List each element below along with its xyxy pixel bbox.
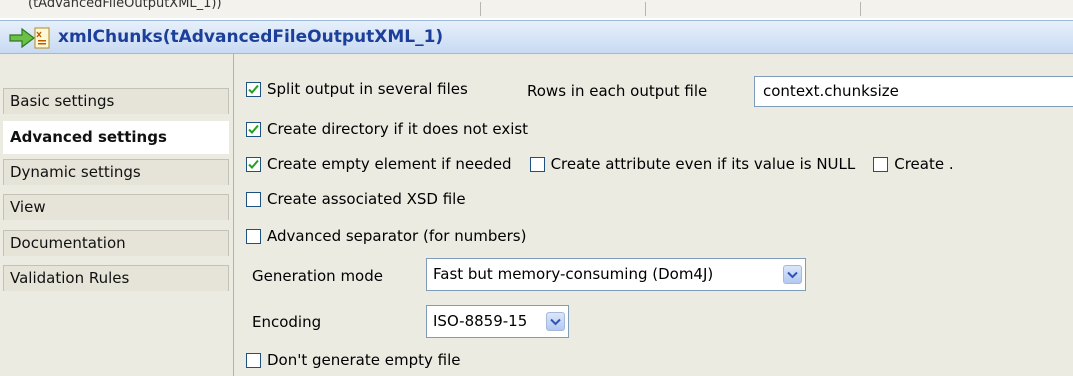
advanced-separator-row: Advanced separator (for numbers) (246, 227, 526, 245)
tab-divider (480, 2, 481, 16)
create-attribute-null-label: Create attribute even if its value is NU… (550, 155, 856, 173)
component-header: xmlChunks(tAdvancedFileOutputXML_1) (0, 20, 1073, 54)
split-output-checkbox[interactable] (246, 81, 261, 97)
create-directory-label: Create directory if it does not exist (267, 120, 529, 138)
tab-divider (645, 2, 646, 16)
split-output-row: Split output in several files (246, 80, 468, 98)
encoding-value: ISO-8859-15 (433, 312, 528, 330)
chevron-down-icon[interactable] (783, 265, 802, 284)
encoding-select[interactable]: ISO-8859-15 (426, 305, 569, 338)
create-truncated-checkbox[interactable] (873, 156, 889, 172)
rows-per-file-label: Rows in each output file (527, 82, 708, 100)
generation-mode-value: Fast but memory-consuming (Dom4J) (433, 265, 714, 283)
chevron-down-icon[interactable] (546, 312, 565, 331)
sidebar-item-validation-rules[interactable]: Validation Rules (3, 265, 229, 291)
advanced-settings-panel: Split output in several files Rows in ea… (234, 54, 1073, 376)
checkmark-icon (248, 124, 259, 134)
top-strip: (tAdvancedFileOutputXML_1)) (0, 0, 1073, 18)
component-arrow-xml-icon (9, 27, 50, 49)
create-truncated-label: Create . (894, 155, 954, 173)
rows-per-file-input[interactable]: context.chunksize (754, 76, 1073, 107)
create-attribute-null-checkbox[interactable] (529, 156, 545, 172)
dont-generate-empty-checkbox[interactable] (246, 352, 261, 368)
dont-generate-empty-row: Don't generate empty file (246, 351, 460, 369)
advanced-separator-label: Advanced separator (for numbers) (267, 227, 527, 245)
tab-divider (860, 2, 861, 16)
create-empty-element-checkbox[interactable] (246, 156, 261, 172)
sidebar-item-advanced-settings[interactable]: Advanced settings (3, 121, 229, 154)
sidebar-item-documentation[interactable]: Documentation (3, 230, 229, 256)
sidebar-item-basic-settings[interactable]: Basic settings (3, 88, 229, 114)
generation-mode-label: Generation mode (252, 267, 383, 285)
create-xsd-label: Create associated XSD file (267, 190, 466, 208)
checkmark-icon (248, 84, 259, 94)
sidebar-item-view[interactable]: View (3, 194, 229, 220)
breadcrumb: (tAdvancedFileOutputXML_1)) (28, 0, 222, 11)
settings-sidebar: Basic settings Advanced settings Dynamic… (0, 54, 234, 376)
create-xsd-checkbox[interactable] (246, 191, 261, 207)
dont-generate-empty-label: Don't generate empty file (267, 351, 461, 369)
element-options-row: Create empty element if needed Create at… (246, 155, 954, 173)
sidebar-item-dynamic-settings[interactable]: Dynamic settings (3, 159, 229, 185)
split-output-label: Split output in several files (267, 80, 468, 98)
checkmark-icon (248, 159, 259, 169)
create-empty-element-label: Create empty element if needed (267, 155, 512, 173)
advanced-separator-checkbox[interactable] (246, 228, 261, 244)
create-directory-row: Create directory if it does not exist (246, 120, 528, 138)
component-title: xmlChunks(tAdvancedFileOutputXML_1) (58, 27, 444, 47)
generation-mode-select[interactable]: Fast but memory-consuming (Dom4J) (426, 258, 806, 291)
create-xsd-row: Create associated XSD file (246, 190, 466, 208)
create-directory-checkbox[interactable] (246, 121, 261, 137)
encoding-label: Encoding (252, 313, 322, 331)
